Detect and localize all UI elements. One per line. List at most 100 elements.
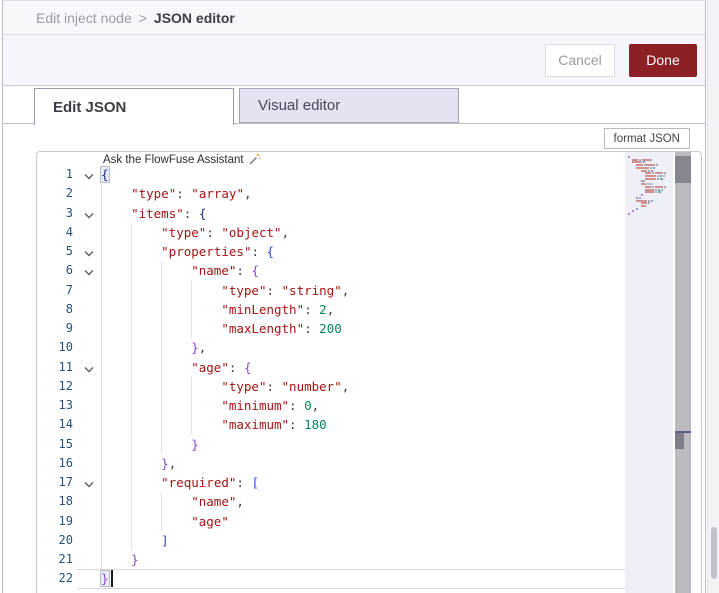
- breadcrumb-separator: >: [138, 9, 147, 26]
- code-line[interactable]: 14 "maximum": 180: [37, 415, 625, 435]
- editor-scrollbar-thumb[interactable]: [675, 156, 691, 183]
- tab-visual-editor[interactable]: Visual editor: [239, 88, 459, 123]
- breadcrumb-parent-link[interactable]: Edit inject node: [36, 10, 132, 26]
- line-number: 13: [58, 398, 73, 412]
- code-line[interactable]: 9 "maxLength": 200: [37, 319, 625, 339]
- fold-chevron-icon[interactable]: [83, 477, 97, 489]
- line-number: 7: [65, 282, 73, 297]
- code-line[interactable]: 16},: [37, 453, 625, 473]
- indent-guide: [191, 396, 193, 416]
- code-line[interactable]: 11 "age": {: [37, 357, 625, 377]
- json-code-editor[interactable]: Ask the FlowFuse Assistant 1{2 "type": "a…: [36, 151, 702, 593]
- fold-chevron-icon[interactable]: [83, 265, 97, 277]
- line-number: 14: [58, 417, 73, 432]
- page-scrollbar[interactable]: [707, 0, 719, 593]
- fold-chevron-icon[interactable]: [83, 169, 97, 181]
- indent-guide: [131, 222, 133, 242]
- edit-tray: Edit inject node > JSON editor Cancel Do…: [2, 0, 706, 593]
- indent-guide: [101, 203, 102, 223]
- minimap-line: [625, 210, 673, 213]
- code-line[interactable]: 2 "type": "array",: [37, 184, 625, 204]
- code-line[interactable]: 12 "type": "number",: [37, 376, 625, 396]
- minimap-line: [625, 175, 673, 178]
- code-line[interactable]: 22}: [37, 569, 625, 589]
- indent-guide: [101, 511, 102, 531]
- tab-edit-json[interactable]: Edit JSON: [34, 88, 234, 125]
- fold-chevron-icon[interactable]: [83, 246, 97, 258]
- code-line[interactable]: 10},: [37, 338, 625, 358]
- line-number: 19: [58, 513, 73, 528]
- code-line[interactable]: 3 "items": {: [37, 203, 625, 223]
- code-line[interactable]: 18 "name",: [37, 492, 625, 512]
- fold-chevron-icon[interactable]: [83, 208, 97, 220]
- assistant-hint[interactable]: Ask the FlowFuse Assistant: [103, 153, 261, 166]
- indent-guide: [191, 299, 193, 319]
- minimap-line: [625, 156, 673, 158]
- format-json-button[interactable]: format JSON: [603, 128, 690, 149]
- editor-scrollbar[interactable]: [675, 152, 691, 593]
- code-line[interactable]: 21}: [37, 550, 625, 570]
- code-line[interactable]: 5 "properties": {: [37, 242, 625, 262]
- line-number: 11: [58, 359, 73, 374]
- indent-guide: [131, 415, 133, 435]
- indent-guide: [101, 415, 102, 435]
- minimap-line: [625, 158, 673, 161]
- dialog-actions: Cancel Done: [3, 35, 705, 86]
- minimap-line: [625, 194, 673, 197]
- magic-wand-icon: [249, 153, 261, 165]
- tab-label: Edit JSON: [53, 98, 127, 116]
- line-number: 2: [65, 186, 73, 201]
- indent-guide: [161, 415, 163, 435]
- line-number: 4: [65, 224, 73, 239]
- page-scrollbar-thumb[interactable]: [711, 527, 717, 579]
- code-text: "name": {: [191, 263, 259, 279]
- indent-guide: [131, 319, 133, 339]
- code-line[interactable]: 17 "required": [: [37, 473, 625, 493]
- code-line[interactable]: 19 "age": [37, 511, 625, 531]
- cancel-button[interactable]: Cancel: [545, 43, 615, 77]
- code-line[interactable]: 6 "name": {: [37, 261, 625, 281]
- line-number: 8: [65, 301, 73, 316]
- indent-guide: [131, 299, 133, 319]
- minimap-line: [625, 166, 673, 169]
- code-text: },: [191, 340, 207, 356]
- code-text: {: [100, 166, 110, 183]
- indent-guide: [131, 261, 133, 281]
- indent-guide: [131, 492, 133, 512]
- code-text: "age": {: [191, 359, 252, 375]
- code-line[interactable]: 8 "minLength": 2,: [37, 299, 625, 319]
- fold-chevron-icon[interactable]: [83, 362, 97, 374]
- tab-content-area: Edit JSON Visual editor format JSON Ask …: [3, 87, 705, 593]
- minimap-line: [625, 199, 673, 202]
- code-line[interactable]: 1{: [37, 165, 625, 184]
- done-button[interactable]: Done: [629, 43, 697, 77]
- indent-guide: [161, 261, 163, 281]
- minimap-line: [625, 161, 673, 164]
- indent-guide: [161, 396, 163, 416]
- line-number: 15: [58, 436, 73, 451]
- indent-guide: [131, 434, 133, 454]
- minimap-line: [625, 191, 673, 194]
- minimap[interactable]: [625, 152, 673, 593]
- code-line[interactable]: 4 "type": "object",: [37, 222, 625, 242]
- indent-guide: [101, 261, 102, 281]
- code-line[interactable]: 13 "minimum": 0,: [37, 396, 625, 416]
- code-line[interactable]: 20]: [37, 530, 625, 550]
- indent-guide: [101, 184, 102, 204]
- code-line[interactable]: 7 "type": "string",: [37, 280, 625, 300]
- indent-guide: [131, 242, 133, 262]
- indent-guide: [161, 376, 163, 396]
- line-number: 10: [58, 340, 73, 355]
- minimap-line: [625, 188, 673, 191]
- line-number: 17: [58, 475, 73, 489]
- code-text: ]: [161, 532, 169, 548]
- assistant-hint-label: Ask the FlowFuse Assistant: [103, 153, 244, 166]
- code-lines[interactable]: 1{2 "type": "array", 3 "items": {4 "type": "…: [37, 165, 625, 593]
- indent-guide: [131, 453, 133, 473]
- minimap-line: [625, 177, 673, 180]
- indent-guide: [161, 319, 163, 339]
- code-text: "type": "string",: [221, 282, 350, 298]
- code-line[interactable]: 15}: [37, 434, 625, 454]
- page-title: JSON editor: [153, 9, 235, 26]
- indent-guide: [101, 492, 102, 512]
